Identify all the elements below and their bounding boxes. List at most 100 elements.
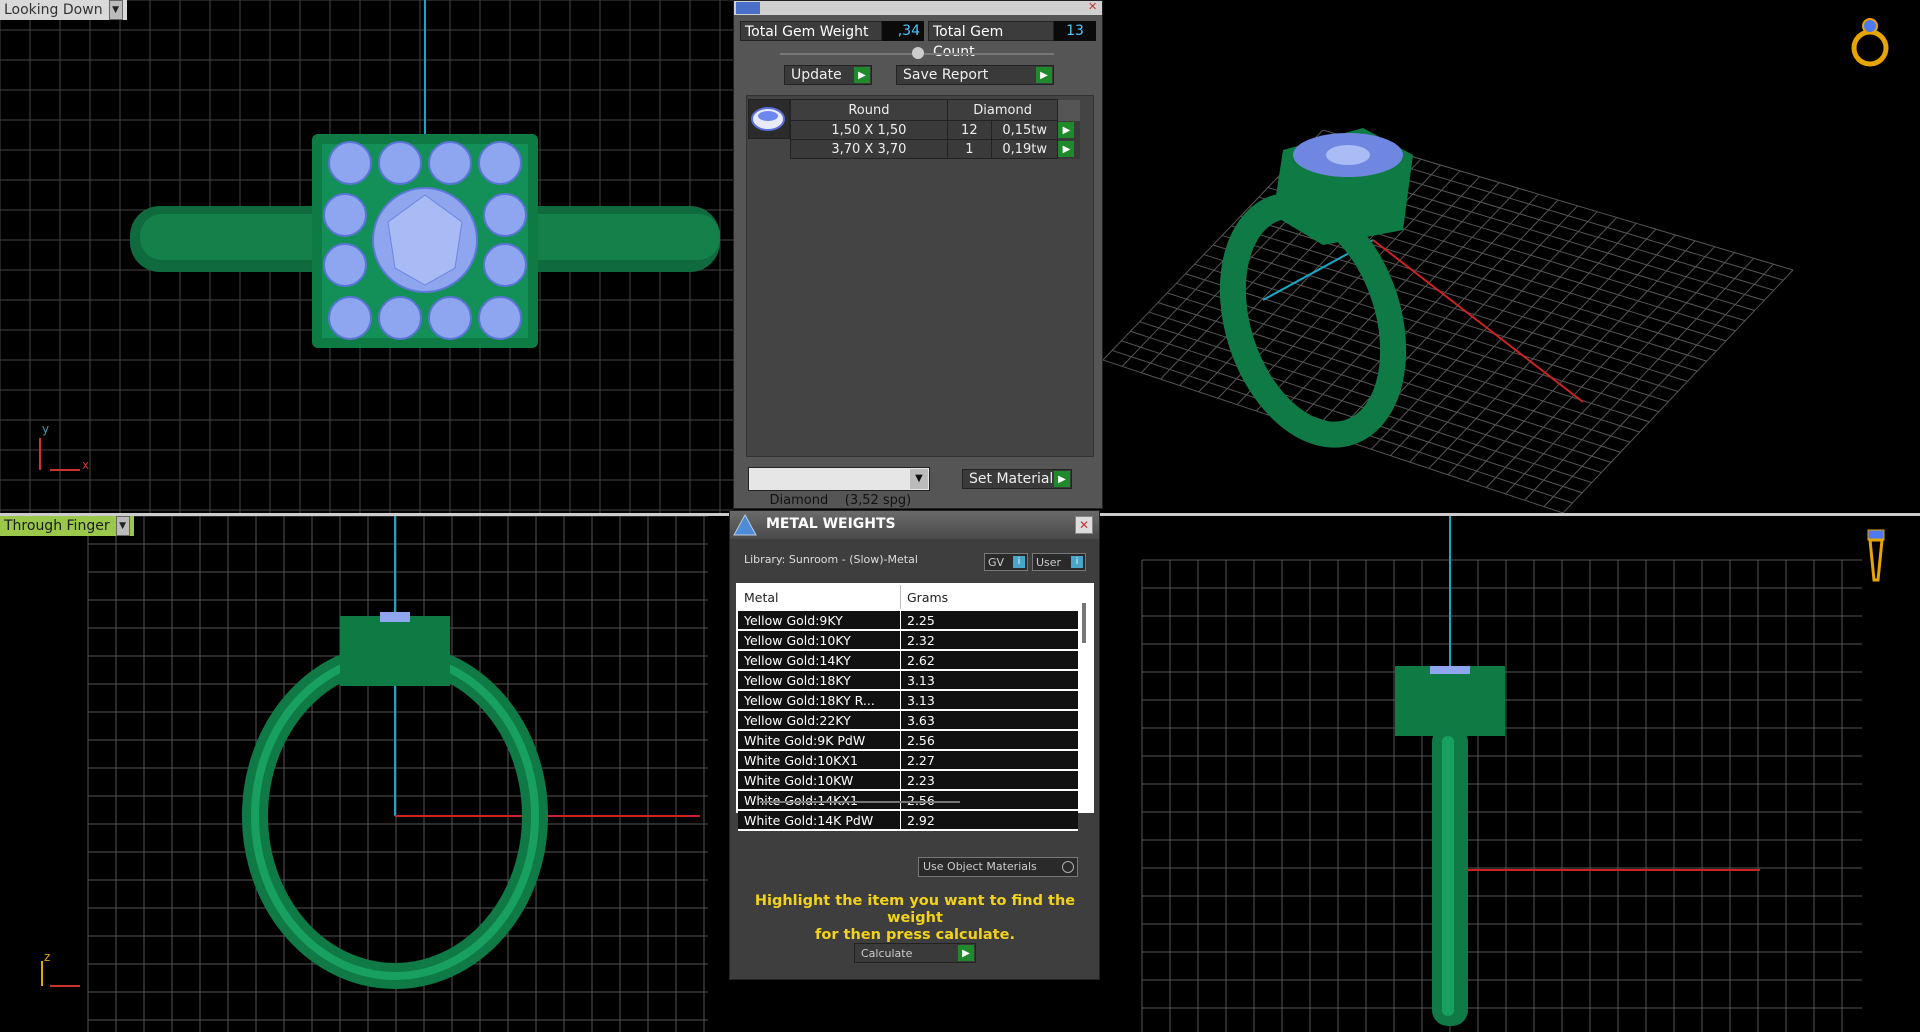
col-metal-header: Metal: [738, 585, 901, 611]
view-mode-text-bottom: Through Finger: [4, 518, 110, 534]
chevron-down-icon[interactable]: ▼: [910, 469, 928, 489]
hint-line-1: Highlight the item you want to find the …: [754, 893, 1076, 926]
set-material-button[interactable]: Set Material ▶: [962, 469, 1072, 489]
play-icon: ▶: [1054, 471, 1070, 487]
metal-name: Yellow Gold:9KY: [738, 610, 901, 631]
metal-table: Metal Grams Yellow Gold:9KY 2.25 Yellow Go…: [738, 585, 1078, 831]
gem-row-play-icon[interactable]: ▶: [1058, 141, 1075, 157]
view-dropdown-icon-bottom[interactable]: ▼: [115, 516, 130, 536]
gem-count: 1: [946, 139, 992, 159]
metal-row[interactable]: Yellow Gold:14KY 2.62: [738, 650, 1078, 671]
viewport-canvas-top: [0, 0, 733, 513]
gem-size: 3,70 X 3,70: [790, 139, 948, 159]
metal-panel-close-icon[interactable]: ✕: [1075, 516, 1093, 534]
gem-panel-close-icon[interactable]: ✕: [1088, 1, 1100, 13]
metal-row[interactable]: Yellow Gold:9KY 2.25: [738, 610, 1078, 631]
hint-line-2: for then press calculate.: [815, 927, 1015, 943]
axis-label-x: x: [82, 458, 90, 472]
play-icon: ▶: [854, 67, 870, 83]
axis-label-z: z: [44, 950, 51, 964]
save-report-button[interactable]: Save Report ▶: [896, 65, 1054, 85]
side-stone: [328, 296, 372, 340]
metal-panel-title: METAL WEIGHTS: [766, 516, 896, 532]
metal-grams: 2.56: [900, 730, 1078, 751]
metal-name: White Gold:10KX1: [738, 750, 901, 771]
view-mode-text: Looking Down: [4, 2, 103, 18]
gv-toggle[interactable]: GV i: [984, 553, 1028, 571]
viewport-canvas-side: [1141, 516, 1862, 1032]
material-select-value: Diamond (3,52 spg): [769, 493, 912, 508]
horizontal-scrollbar[interactable]: [760, 801, 960, 803]
metal-name: Yellow Gold:22KY: [738, 710, 901, 731]
library-label: Library: Sunroom - (Slow)-Metal: [744, 553, 918, 566]
use-object-materials-checkbox[interactable]: Use Object Materials: [918, 857, 1078, 877]
metal-row[interactable]: Yellow Gold:10KY 2.32: [738, 630, 1078, 651]
gem-col-shape: Round: [790, 99, 948, 121]
metal-row[interactable]: White Gold:14KX1 2.56: [738, 790, 1078, 811]
radio-icon: [1062, 861, 1074, 873]
side-stone: [428, 296, 472, 340]
info-icon: i: [1013, 556, 1025, 568]
metal-row[interactable]: Yellow Gold:18KY R... 3.13: [738, 690, 1078, 711]
calculate-label: Calculate: [861, 946, 913, 960]
view-mode-label[interactable]: Looking Down ▼: [0, 0, 127, 20]
metal-grams: 2.23: [900, 770, 1078, 791]
view-ring-icon[interactable]: [1850, 16, 1894, 68]
metal-row[interactable]: White Gold:10KW 2.23: [738, 770, 1078, 791]
update-button[interactable]: Update ▶: [784, 65, 872, 85]
metal-grams: 2.62: [900, 650, 1078, 671]
use-object-materials-label: Use Object Materials: [923, 860, 1037, 873]
ring-head-front: [340, 616, 450, 686]
splitter-handle-icon[interactable]: [912, 47, 924, 59]
metal-grams: 3.13: [900, 670, 1078, 691]
side-stone: [378, 296, 422, 340]
gv-label: GV: [988, 556, 1005, 569]
metal-grams: 3.63: [900, 710, 1078, 731]
side-stone: [483, 243, 527, 287]
total-gem-weight-value: ,34: [882, 21, 924, 41]
gem-shape-icon: [748, 99, 790, 139]
info-icon: i: [1071, 556, 1083, 568]
metal-row[interactable]: White Gold:14K PdW 2.92: [738, 810, 1078, 831]
viewport-side[interactable]: [1100, 516, 1920, 1032]
side-stone: [428, 141, 472, 185]
user-toggle[interactable]: User i: [1032, 553, 1086, 571]
side-stone: [323, 243, 367, 287]
metal-row[interactable]: White Gold:10KX1 2.27: [738, 750, 1078, 771]
metal-name: Yellow Gold:14KY: [738, 650, 901, 671]
metal-name: Yellow Gold:18KY R...: [738, 690, 901, 711]
view-mode-label-bottom[interactable]: Through Finger ▼: [0, 516, 134, 536]
gem-table: Round Diamond 1,50 X 1,50 12 0,15tw ▶ 3,…: [790, 99, 1080, 159]
metal-weights-logo-icon: [732, 513, 758, 537]
gem-row[interactable]: 3,70 X 3,70 1 0,19tw ▶: [790, 139, 1080, 159]
viewport-perspective[interactable]: [1103, 0, 1920, 513]
gem-row[interactable]: 1,50 X 1,50 12 0,15tw ▶: [790, 120, 1080, 140]
metal-panel-titlebar: METAL WEIGHTS ✕: [730, 511, 1099, 539]
view-finger-icon[interactable]: [1860, 526, 1890, 588]
vertical-scrollbar[interactable]: [1082, 603, 1086, 643]
viewport-through-finger[interactable]: Through Finger ▼ z: [0, 516, 730, 1032]
gem-size: 1,50 X 1,50: [790, 120, 948, 140]
gem-row-play-icon[interactable]: ▶: [1058, 122, 1075, 138]
hint-text: Highlight the item you want to find the …: [740, 893, 1090, 944]
metal-row[interactable]: White Gold:9K PdW 2.56: [738, 730, 1078, 751]
metal-grams: 2.25: [900, 610, 1078, 631]
gem-panel: ✕ Total Gem Weight ,34 Total Gem Count 1…: [733, 0, 1103, 509]
metal-grams: 2.32: [900, 630, 1078, 651]
gem-panel-icon: [736, 2, 760, 14]
calculate-button[interactable]: Calculate ▶: [854, 943, 976, 963]
update-label: Update: [791, 67, 842, 83]
gem-weight: 0,19tw: [990, 139, 1059, 159]
metal-name: White Gold:10KW: [738, 770, 901, 791]
metal-row[interactable]: Yellow Gold:18KY 3.13: [738, 670, 1078, 691]
side-stone: [378, 141, 422, 185]
metal-grams: 3.13: [900, 690, 1078, 711]
metal-name: White Gold:14KX1: [738, 790, 901, 811]
play-icon: ▶: [958, 945, 974, 961]
metal-row[interactable]: Yellow Gold:22KY 3.63: [738, 710, 1078, 731]
viewport-looking-down[interactable]: Looking Down ▼ x y: [0, 0, 733, 513]
view-dropdown-icon[interactable]: ▼: [108, 0, 123, 20]
metal-grams: 2.92: [900, 810, 1078, 831]
save-report-label: Save Report: [903, 67, 989, 83]
material-select[interactable]: Diamond (3,52 spg) ▼: [748, 467, 930, 508]
